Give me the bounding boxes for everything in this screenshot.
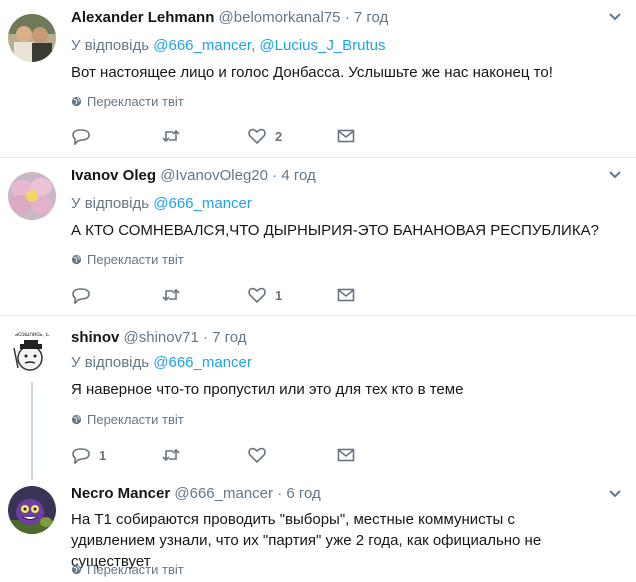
- author-handle[interactable]: @666_mancer: [174, 485, 273, 502]
- tweet-text: А КТО СОМНЕВАЛСЯ,ЧТО ДЫРНЫРИЯ-ЭТО БАНАНО…: [71, 222, 599, 239]
- like-button[interactable]: 2: [248, 127, 282, 145]
- author-handle[interactable]: @belomorkanal75: [219, 9, 341, 26]
- timestamp[interactable]: 4 год: [281, 167, 315, 184]
- globe-icon: [71, 254, 82, 265]
- mention-link[interactable]: @666_mancer: [153, 354, 252, 371]
- tweet[interactable]: Alexander Lehmann @belomorkanal75 · 7 го…: [0, 0, 636, 158]
- globe-icon: [71, 564, 82, 575]
- retweet-icon: [162, 288, 180, 302]
- reply-icon: [72, 288, 90, 304]
- tweet[interactable]: Расошлись, Бл. shinov @shinov71 · 7 год …: [0, 316, 636, 481]
- globe-icon: [71, 96, 82, 107]
- reply-to-line: У відповідь @666_mancer: [71, 195, 252, 212]
- reply-button[interactable]: 1: [72, 446, 106, 464]
- reply-to-line: У відповідь @666_mancer, @Lucius_J_Brutu…: [71, 37, 386, 54]
- direct-message-button[interactable]: [337, 446, 355, 464]
- author-name[interactable]: Necro Mancer: [71, 485, 170, 502]
- translate-tweet-link[interactable]: Перекласти твіт: [71, 252, 184, 267]
- tweet-text: Вот настоящее лицо и голос Донбасса. Усл…: [71, 64, 553, 81]
- chevron-down-icon[interactable]: [608, 489, 622, 499]
- avatar-caption: Расошлись, Бл.: [11, 332, 55, 338]
- replies-feed: Alexander Lehmann @belomorkanal75 · 7 го…: [0, 0, 636, 582]
- avatar[interactable]: [8, 14, 56, 62]
- avatar[interactable]: Расошлись, Бл.: [8, 328, 56, 376]
- timestamp[interactable]: 7 год: [354, 9, 388, 26]
- heart-icon: [248, 447, 266, 464]
- tweet[interactable]: Necro Mancer @666_mancer · 6 год На Т1 с…: [0, 481, 636, 582]
- envelope-icon: [337, 129, 355, 143]
- direct-message-button[interactable]: [337, 286, 355, 304]
- reply-button[interactable]: [72, 127, 99, 145]
- mention-link[interactable]: @666_mancer: [153, 195, 252, 212]
- retweet-button[interactable]: [162, 446, 189, 464]
- chevron-down-icon[interactable]: [608, 12, 622, 22]
- envelope-icon: [337, 288, 355, 302]
- author-handle[interactable]: @IvanovOleg20: [160, 167, 268, 184]
- author-name[interactable]: Ivanov Oleg: [71, 167, 156, 184]
- mention-link[interactable]: @Lucius_J_Brutus: [259, 37, 385, 54]
- retweet-icon: [162, 448, 180, 462]
- envelope-icon: [337, 448, 355, 462]
- reply-to-line: У відповідь @666_mancer: [71, 354, 252, 371]
- like-button[interactable]: [248, 446, 275, 464]
- avatar[interactable]: [8, 172, 56, 220]
- tweet-header: shinov @shinov71 · 7 год: [71, 329, 247, 346]
- tweet-text: Я наверное что-то пропустил или это для …: [71, 381, 464, 398]
- like-button[interactable]: 1: [248, 286, 282, 304]
- reply-icon: [72, 448, 90, 464]
- mention-link[interactable]: @666_mancer: [153, 37, 251, 54]
- retweet-button[interactable]: [162, 127, 189, 145]
- chevron-down-icon[interactable]: [608, 170, 622, 180]
- globe-icon: [71, 414, 82, 425]
- translate-tweet-link[interactable]: Перекласти твіт: [71, 412, 184, 427]
- reply-button[interactable]: [72, 286, 99, 304]
- timestamp[interactable]: 6 год: [286, 485, 320, 502]
- avatar[interactable]: [8, 486, 56, 534]
- thread-connector: [31, 382, 33, 480]
- translate-tweet-link[interactable]: Перекласти твіт: [71, 562, 184, 577]
- timestamp[interactable]: 7 год: [212, 329, 246, 346]
- tweet-header: Alexander Lehmann @belomorkanal75 · 7 го…: [71, 9, 389, 26]
- retweet-icon: [162, 129, 180, 143]
- tweet-header: Necro Mancer @666_mancer · 6 год: [71, 485, 321, 502]
- author-handle[interactable]: @shinov71: [124, 329, 199, 346]
- author-name[interactable]: shinov: [71, 329, 119, 346]
- translate-tweet-link[interactable]: Перекласти твіт: [71, 94, 184, 109]
- heart-icon: [248, 128, 266, 145]
- tweet[interactable]: Ivanov Oleg @IvanovOleg20 · 4 год У відп…: [0, 158, 636, 316]
- direct-message-button[interactable]: [337, 127, 355, 145]
- reply-icon: [72, 129, 90, 145]
- tweet-header: Ivanov Oleg @IvanovOleg20 · 4 год: [71, 167, 316, 184]
- retweet-button[interactable]: [162, 286, 189, 304]
- author-name[interactable]: Alexander Lehmann: [71, 9, 214, 26]
- heart-icon: [248, 287, 266, 304]
